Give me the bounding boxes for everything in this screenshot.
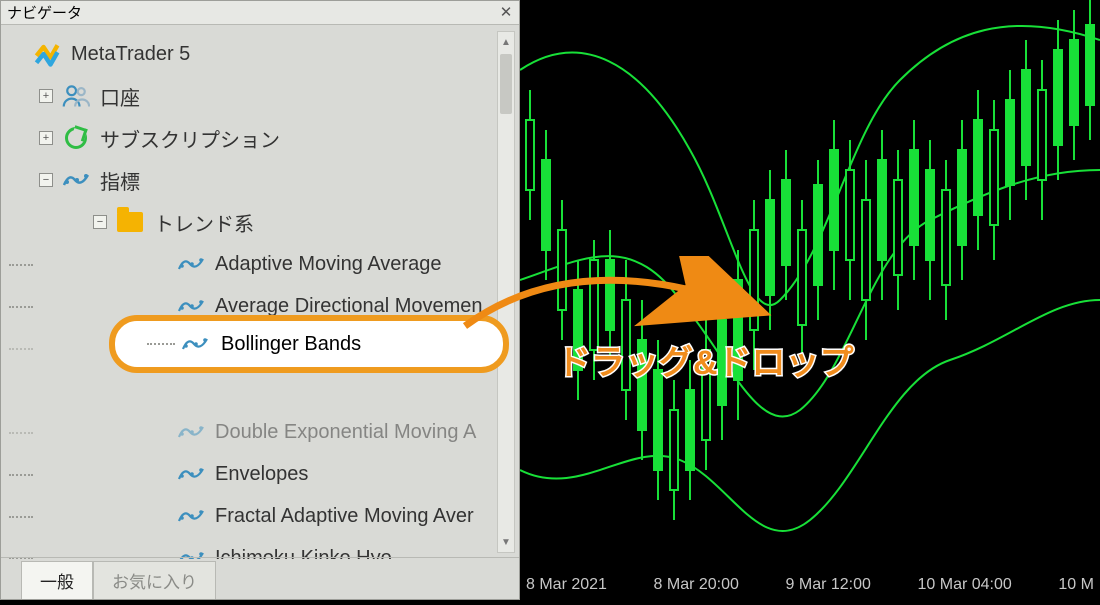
folder-icon: [116, 208, 144, 236]
indicator-icon: [177, 418, 205, 446]
tab-favorites[interactable]: お気に入り: [93, 561, 216, 599]
drag-drop-label: ドラッグ&ドロップ: [557, 335, 854, 384]
tree-indicators-label: 指標: [100, 166, 140, 195]
x-tick: 9 Mar 12:00: [786, 576, 871, 594]
navigator-tabs: 一般 お気に入り: [1, 559, 519, 599]
tree-connector: [147, 343, 175, 345]
tab-general[interactable]: 一般: [21, 561, 93, 599]
navigator-panel: ナビゲータ ✕ MetaTrader 5 + 口座 + サブスクリプション −: [0, 0, 520, 600]
tree-indicators[interactable]: − 指標: [9, 159, 497, 201]
indicator-item-env[interactable]: Envelopes: [9, 453, 497, 495]
tree-trend-folder[interactable]: − トレンド系: [9, 201, 497, 243]
indicator-icon: [62, 166, 90, 194]
navigator-title: ナビゲータ: [7, 2, 82, 23]
tree-subscription-label: サブスクリプション: [100, 124, 280, 153]
navigator-tree: MetaTrader 5 + 口座 + サブスクリプション − 指標 − トレン…: [1, 25, 497, 559]
close-icon[interactable]: ✕: [497, 3, 515, 21]
indicator-item-dema[interactable]: Double Exponential Moving A: [9, 411, 497, 453]
app-icon: [33, 40, 61, 68]
x-tick: 10 M: [1058, 576, 1094, 594]
expander-plus-icon[interactable]: +: [39, 89, 53, 103]
indicator-item-ama[interactable]: Adaptive Moving Average: [9, 243, 497, 285]
tree-root-label: MetaTrader 5: [71, 43, 190, 66]
scroll-up-icon[interactable]: ▲: [498, 32, 514, 52]
tree-subscription[interactable]: + サブスクリプション: [9, 117, 497, 159]
indicator-item-fama[interactable]: Fractal Adaptive Moving Aver: [9, 495, 497, 537]
indicator-icon: [177, 250, 205, 278]
indicator-label: Envelopes: [215, 463, 308, 486]
x-tick: 10 Mar 04:00: [918, 576, 1012, 594]
expander-plus-icon[interactable]: +: [39, 131, 53, 145]
indicator-label: Fractal Adaptive Moving Aver: [215, 505, 474, 528]
scroll-thumb[interactable]: [500, 54, 512, 114]
tree-accounts-label: 口座: [100, 82, 140, 111]
tree-trend-label: トレンド系: [154, 208, 254, 237]
expander-minus-icon[interactable]: −: [93, 215, 107, 229]
refresh-icon: [62, 124, 90, 152]
indicator-icon: [177, 460, 205, 488]
accounts-icon: [62, 82, 90, 110]
expander-minus-icon[interactable]: −: [39, 173, 53, 187]
candlestick-chart: [520, 0, 1100, 600]
indicator-label: Adaptive Moving Average: [215, 253, 441, 276]
scroll-down-icon[interactable]: ▼: [498, 532, 514, 552]
chart-area[interactable]: 8 Mar 2021 8 Mar 20:00 9 Mar 12:00 10 Ma…: [520, 0, 1100, 600]
vertical-scrollbar[interactable]: ▲ ▼: [497, 31, 515, 553]
chart-x-axis: 8 Mar 2021 8 Mar 20:00 9 Mar 12:00 10 Ma…: [520, 576, 1100, 594]
x-tick: 8 Mar 20:00: [654, 576, 739, 594]
tree-accounts[interactable]: + 口座: [9, 75, 497, 117]
indicator-icon: [177, 502, 205, 530]
indicator-item-bollinger-bands[interactable]: Bollinger Bands: [109, 315, 509, 373]
tree-root-metatrader[interactable]: MetaTrader 5: [9, 33, 497, 75]
indicator-label: Bollinger Bands: [221, 333, 361, 356]
navigator-title-bar: ナビゲータ ✕: [1, 1, 519, 25]
indicator-item-ikh[interactable]: Ichimoku Kinko Hyo: [9, 537, 497, 559]
x-tick: 8 Mar 2021: [526, 576, 607, 594]
indicator-label: Double Exponential Moving A: [215, 421, 476, 444]
indicator-icon: [181, 330, 209, 358]
